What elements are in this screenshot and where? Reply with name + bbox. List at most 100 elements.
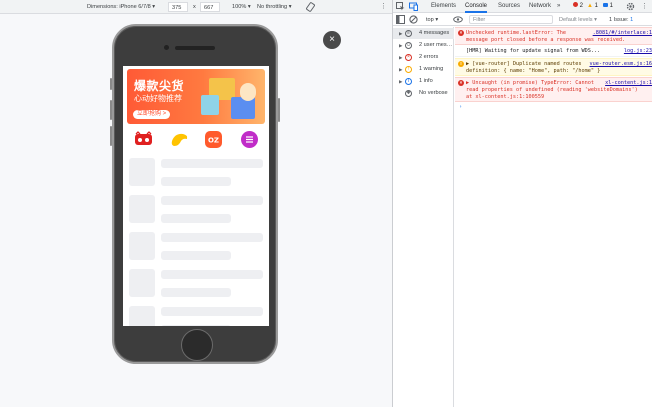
error-icon: × [458,30,464,36]
mute-switch [110,78,112,90]
sidebar-item-list[interactable]: ▶ ≡ 4 messages [393,28,454,39]
skeleton-line [161,214,231,223]
expand-triangle-icon[interactable]: ▶ [399,52,402,63]
banner-subtitle: 心动好物推荐 [134,94,182,103]
message-source-link[interactable]: .8081/#/interlace:1 [590,30,652,37]
rotate-icon[interactable] [305,2,316,12]
skeleton-line [161,288,231,297]
message-text: read properties of undefined (reading 'w… [466,87,638,93]
menu-list-icon[interactable] [241,131,258,148]
throttling-select[interactable]: No throttling ▾ [257,3,292,11]
sidebar-toggle-icon[interactable] [396,15,405,24]
height-input[interactable]: 667 [200,2,220,12]
dimension-separator: x [193,4,196,10]
sidebar-item-label: 1 info [419,78,433,84]
skeleton-line [161,270,263,279]
devtools-more-icon[interactable]: ⋮ [641,2,650,11]
home-button[interactable] [181,329,213,361]
device-toggle-icon[interactable] [409,2,418,11]
earpiece-speaker [175,46,215,50]
console-message-info[interactable]: [HMR] Waiting for update signal from WDS… [455,46,652,57]
sidebar-item-bug[interactable]: ✱ No verbose [393,88,454,99]
tmall-icon[interactable] [135,131,152,148]
expand-triangle-icon[interactable]: ▶ [399,76,402,87]
volume-down-button [110,126,112,146]
skeleton-thumbnail [129,306,155,326]
info-counter[interactable]: 1 [603,2,617,11]
devtools-panel: Elements Console Sources Network » 2 ▲ 1… [392,0,652,407]
width-input[interactable]: 375 [168,2,188,12]
message-icon [603,3,608,7]
expand-triangle-icon[interactable]: ▶ [399,64,402,75]
sidebar-item-error[interactable]: ▶ × 2 errors [393,52,454,63]
zoom-select[interactable]: 100% ▾ [232,3,251,11]
console-message-error[interactable]: × Unchecked runtime.lastError: The message… [455,27,652,45]
skeleton-line [161,177,231,186]
sidebar-item-label: No verbose [419,90,448,96]
console-prompt[interactable]: › [455,104,652,112]
console-filter-input[interactable]: Filter [469,15,553,24]
tab-network[interactable]: Network [529,0,551,13]
console-message-warning[interactable]: ! ▶ [vue-router] Duplicate named routes de… [455,58,652,76]
volume-up-button [110,100,112,120]
sidebar-item-user[interactable]: ▶ ☺ 2 user mes… [393,40,454,51]
log-levels-select[interactable]: Default levels ▾ [559,16,597,24]
error-count: 2 [579,3,584,9]
message-text: ▶ Uncaught (in promise) TypeError: Canno… [466,80,595,86]
device-more-icon[interactable]: ⋮ [380,3,387,11]
gift-box-illustration [201,95,219,115]
more-tabs-icon[interactable]: » [557,0,560,13]
phone-screen: 爆款尖货 心动好物推荐 立即抢购 > OZ [123,66,269,326]
devtools-tabbar: Elements Console Sources Network » 2 ▲ 1… [393,0,652,13]
skeleton-line [161,196,263,205]
console-message-error[interactable]: × ▶ Uncaught (in promise) TypeError: Cann… [455,77,652,102]
taobao-oz-icon[interactable]: OZ [205,131,222,148]
skeleton-line [161,325,231,326]
gift-box-illustration [231,97,255,119]
fliggy-icon[interactable] [171,131,188,148]
sidebar-item-label: 1 warning [419,66,444,72]
warning-counter[interactable]: ▲ 1 [587,2,601,11]
context-select[interactable]: top ▾ [426,16,438,24]
message-text: ▶ [vue-router] Duplicate named routes [466,61,582,67]
message-text: message port closed before a response wa… [466,37,626,43]
skeleton-line [161,251,231,260]
front-camera [164,45,169,50]
message-text: at xl-content.js:1:100559 [466,94,545,100]
clear-console-icon[interactable] [409,15,418,24]
svg-text:OZ: OZ [208,137,219,145]
issues-count: 1 [630,17,634,23]
warning-icon: ! [405,66,412,73]
iphone-frame: 爆款尖货 心动好物推荐 立即抢购 > OZ [110,24,280,364]
device-dimensions-select[interactable]: Dimensions: iPhone 6/7/8 ▾ [87,3,155,11]
close-button[interactable]: × [323,31,341,49]
console-messages: × Unchecked runtime.lastError: The message… [455,27,652,407]
banner-cta-button[interactable]: 立即抢购 > [133,110,171,119]
error-icon: × [458,80,464,86]
power-button [278,98,280,122]
eye-icon[interactable] [453,15,463,24]
tab-elements[interactable]: Elements [431,0,456,13]
expand-triangle-icon[interactable]: ▶ [399,28,402,39]
banner-title: 爆款尖货 [134,79,185,93]
settings-gear-icon[interactable] [626,2,635,11]
message-source-link[interactable]: log.js:23 [621,48,652,55]
warning-icon: ▲ [587,3,593,9]
expand-triangle-icon[interactable]: ▶ [399,40,402,51]
console-sidebar: ▶ ≡ 4 messages ▶ ☺ 2 user mes… ▶ × 2 errors ▶! 1 w… [393,27,454,407]
message-source-link[interactable]: vue-router.esm.js:16 [587,61,652,68]
sidebar-item-label: 2 user mes… [419,42,453,48]
promo-banner[interactable]: 爆款尖货 心动好物推荐 立即抢购 > [127,69,265,124]
skeleton-line [161,159,263,168]
skeleton-line [161,233,263,242]
sidebar-item-info[interactable]: ▶ i 1 info [393,76,454,87]
skeleton-thumbnail [129,195,155,223]
issues-button[interactable]: 1 Issue: 1 [609,16,633,24]
tab-sources[interactable]: Sources [498,0,520,13]
inspect-element-icon[interactable] [396,2,405,11]
sidebar-item-warning[interactable]: ▶! 1 warning [393,64,454,75]
tab-console[interactable]: Console [465,0,488,13]
message-source-link[interactable]: xl-content.js:1 [603,80,652,87]
info-icon: i [405,78,412,85]
message-text: definition: { name: "Home", path: "/home… [466,68,601,74]
